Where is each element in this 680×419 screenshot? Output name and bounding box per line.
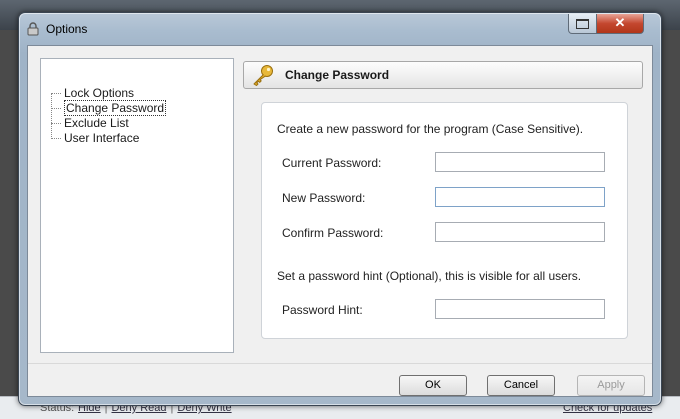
app-lock-icon: [27, 22, 39, 36]
new-password-label: New Password:: [282, 191, 366, 205]
tree-item-label: Change Password: [64, 100, 167, 116]
confirm-password-input[interactable]: [435, 222, 605, 242]
close-button[interactable]: ✕: [596, 14, 644, 34]
section-header: Change Password: [243, 61, 643, 89]
cancel-button[interactable]: Cancel: [487, 375, 555, 396]
hint-note-text: Set a password hint (Optional), this is …: [277, 269, 582, 283]
maximize-button[interactable]: [568, 14, 597, 34]
tree-item-label: Exclude List: [64, 116, 129, 130]
new-password-input[interactable]: [435, 187, 605, 207]
options-window: Options ✕ Lock Options Change Password E…: [18, 12, 662, 406]
apply-button[interactable]: Apply: [577, 375, 645, 396]
confirm-password-label: Confirm Password:: [282, 226, 384, 240]
window-title: Options: [46, 22, 88, 36]
password-hint-label: Password Hint:: [282, 303, 363, 317]
dialog-client-area: Lock Options Change Password Exclude Lis…: [27, 45, 653, 397]
current-password-input[interactable]: [435, 152, 605, 172]
intro-text: Create a new password for the program (C…: [277, 122, 584, 136]
button-separator: [28, 363, 652, 364]
current-password-label: Current Password:: [282, 156, 382, 170]
tree-item-exclude-list[interactable]: Exclude List: [51, 116, 129, 131]
tree-item-user-interface[interactable]: User Interface: [51, 131, 139, 146]
tree-item-lock-options[interactable]: Lock Options: [51, 86, 134, 101]
password-hint-input[interactable]: [435, 299, 605, 319]
key-icon: [253, 65, 273, 86]
tree-item-label: Lock Options: [64, 86, 135, 100]
close-icon: ✕: [614, 15, 626, 30]
ok-button[interactable]: OK: [399, 375, 467, 396]
section-title: Change Password: [285, 68, 390, 82]
tree-item-change-password[interactable]: Change Password: [51, 100, 167, 116]
change-password-panel: Create a new password for the program (C…: [261, 102, 628, 339]
options-tree: Lock Options Change Password Exclude Lis…: [40, 58, 234, 353]
tree-item-label: User Interface: [64, 131, 140, 145]
